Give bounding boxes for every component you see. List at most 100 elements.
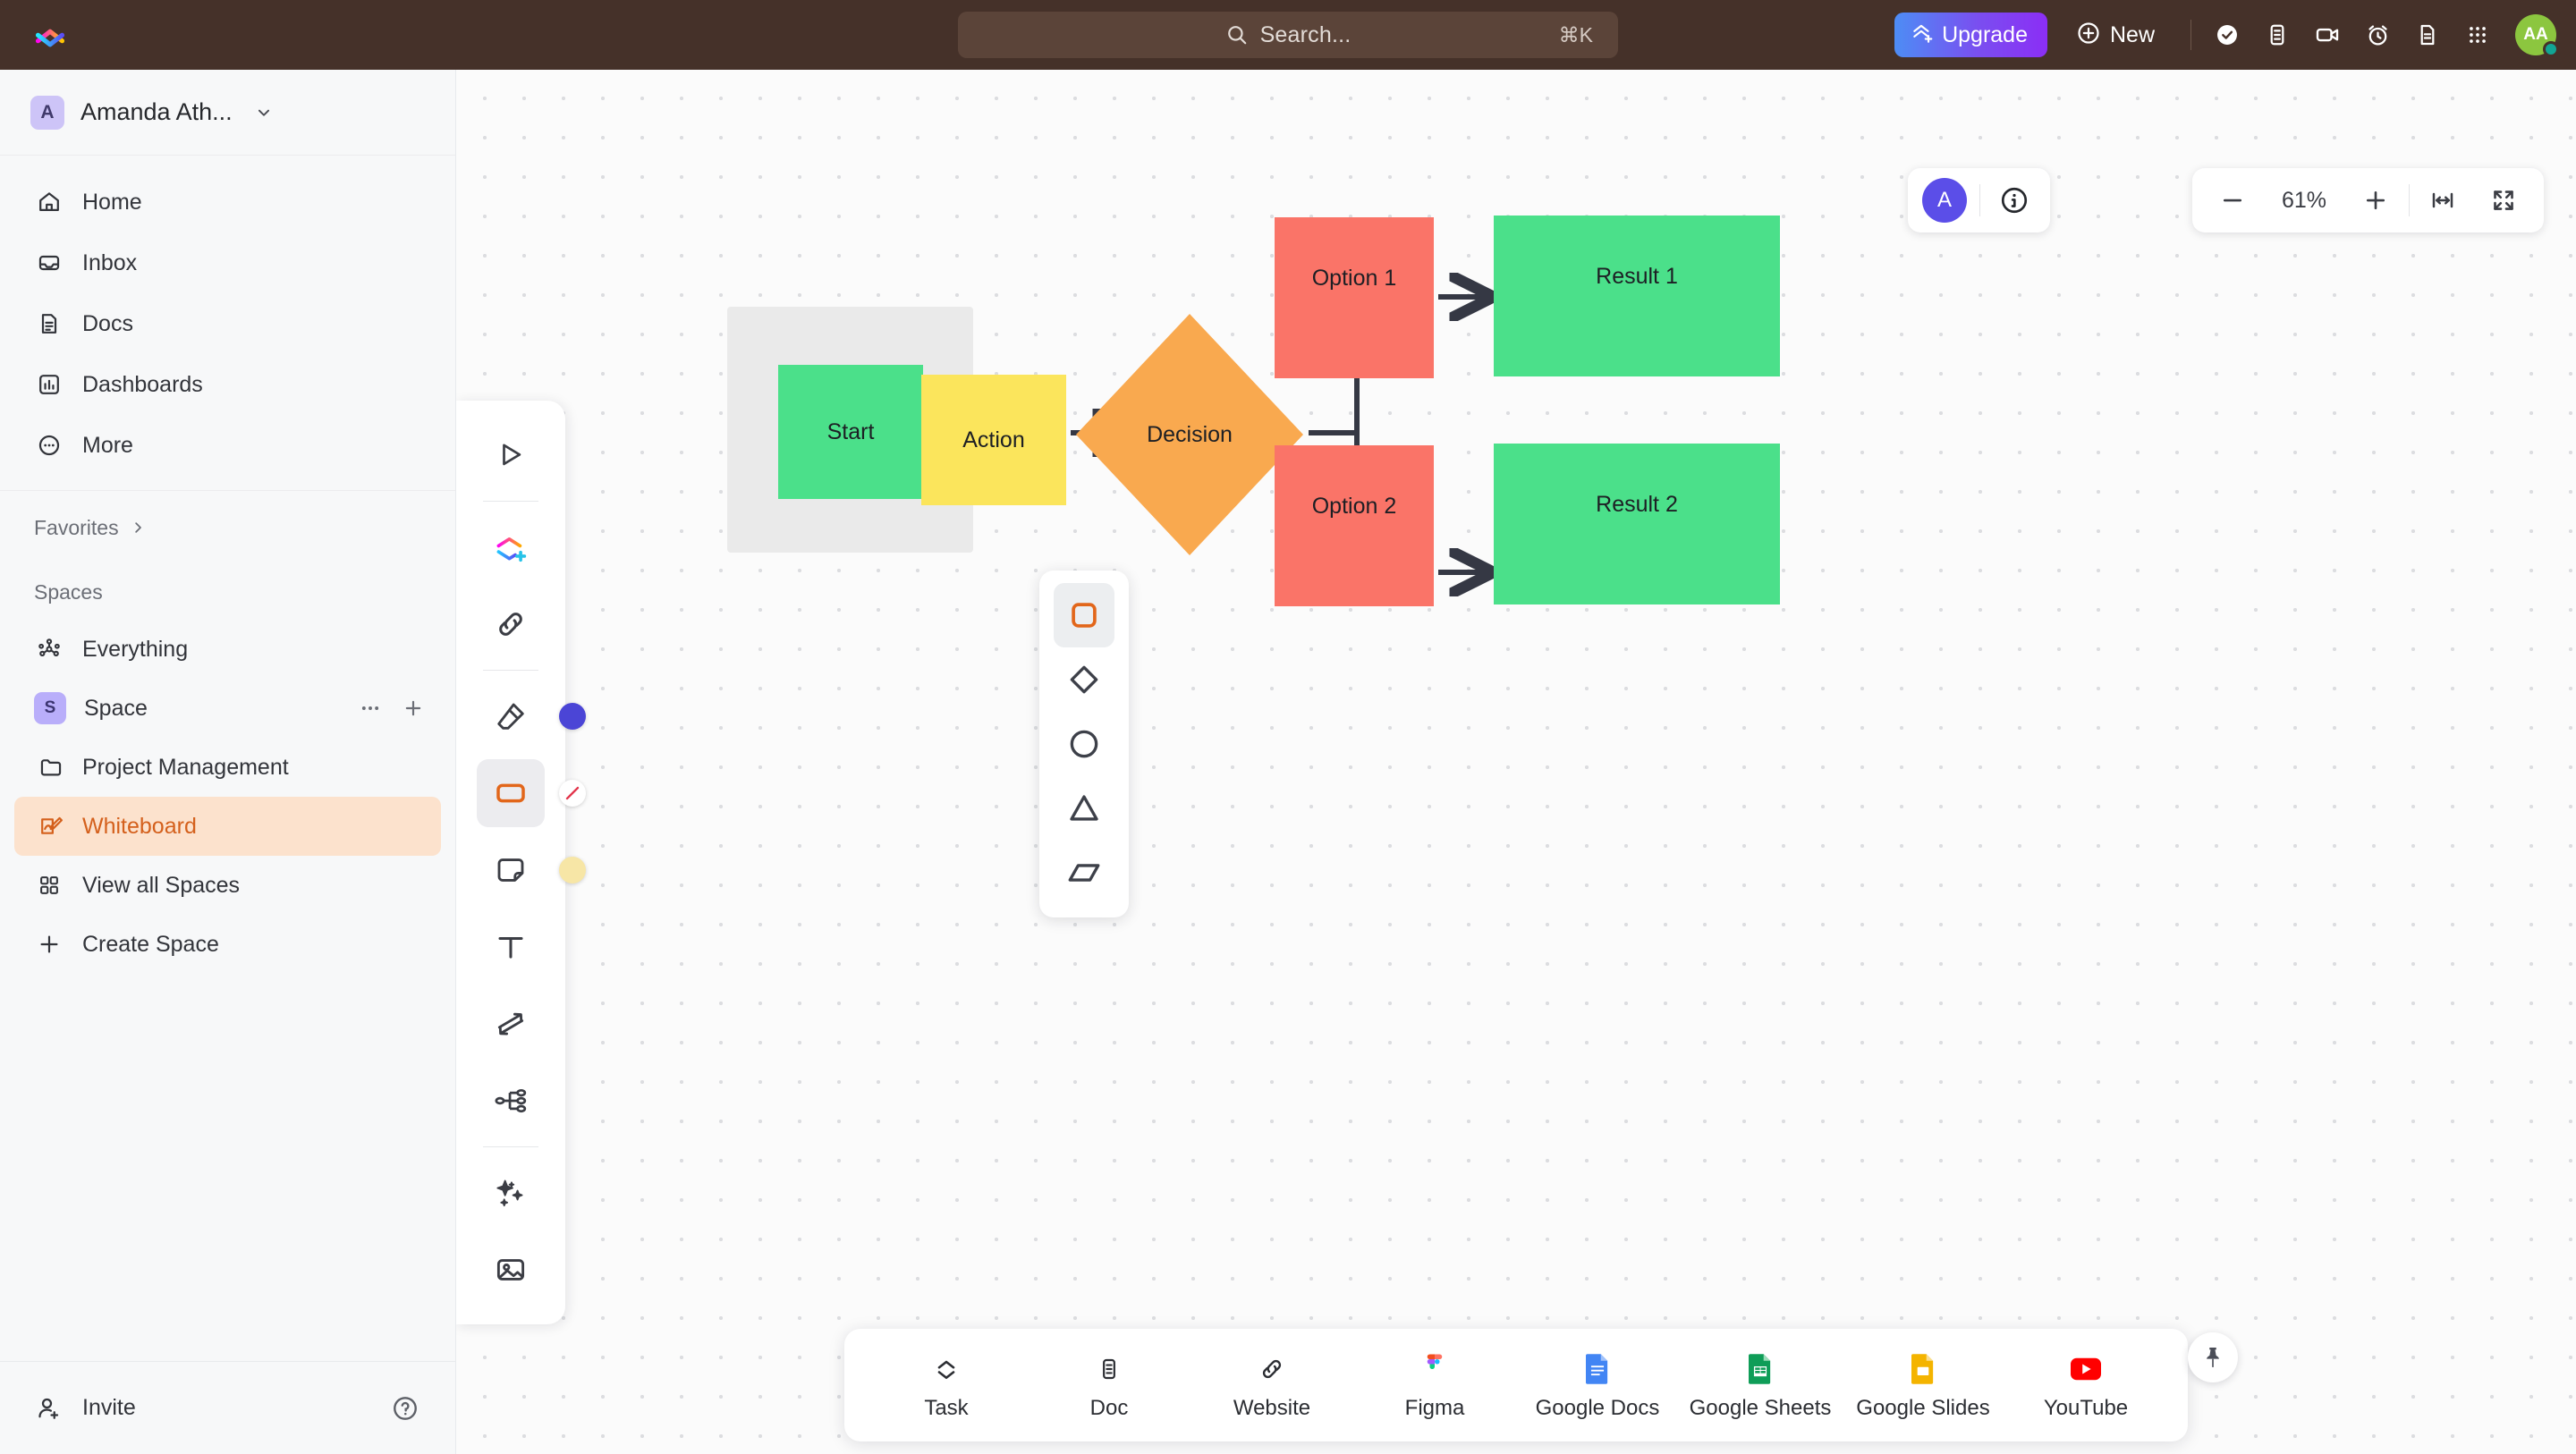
- favorites-section[interactable]: Favorites: [0, 491, 455, 564]
- select-tool[interactable]: [477, 421, 545, 489]
- invite-button[interactable]: Invite: [36, 1395, 136, 1422]
- google-sheets-icon: [1749, 1349, 1772, 1389]
- search-shortcut: ⌘K: [1558, 22, 1593, 46]
- folder-icon: [36, 755, 66, 780]
- circle-shape[interactable]: [1054, 712, 1114, 776]
- document-icon[interactable]: [2402, 12, 2453, 58]
- avatar[interactable]: AA: [2515, 14, 2559, 57]
- new-button[interactable]: New: [2062, 13, 2169, 57]
- highlighter-tool[interactable]: [477, 682, 586, 750]
- search-input[interactable]: Search... ⌘K: [958, 12, 1618, 58]
- apps-grid-icon[interactable]: [2453, 12, 2503, 58]
- dock-item-google-sheets[interactable]: Google Sheets: [1682, 1339, 1839, 1432]
- sidebar-item-everything[interactable]: Everything: [0, 620, 455, 679]
- ellipsis-icon[interactable]: [359, 697, 382, 720]
- add-card-tool[interactable]: [477, 513, 545, 581]
- parallelogram-shape[interactable]: [1054, 841, 1114, 905]
- alarm-clock-icon[interactable]: [2352, 12, 2402, 58]
- video-camera-icon[interactable]: [2302, 12, 2352, 58]
- spaces-label: Spaces: [34, 579, 103, 604]
- whiteboard-canvas[interactable]: A 61% Start Action Decision Option 1 Res…: [456, 70, 2576, 1454]
- image-tool[interactable]: [477, 1236, 545, 1304]
- sidebar-item-space[interactable]: S Space: [0, 679, 455, 738]
- inbox-icon: [34, 250, 64, 275]
- flow-node-result1[interactable]: Result 1: [1494, 216, 1780, 376]
- flow-node-start[interactable]: Start: [778, 365, 923, 499]
- sidebar-item-home[interactable]: Home: [0, 172, 455, 232]
- zoom-in-button[interactable]: [2348, 175, 2403, 225]
- dashboards-icon: [34, 372, 64, 397]
- sidebar-item-label: Dashboards: [82, 371, 203, 397]
- triangle-shape[interactable]: [1054, 776, 1114, 841]
- flow-node-decision[interactable]: Decision: [1073, 311, 1306, 558]
- shape-tool[interactable]: [477, 759, 586, 827]
- fit-width-icon[interactable]: [2415, 175, 2470, 225]
- sidebar-item-label: Space: [84, 695, 148, 721]
- dock-item-website[interactable]: Website: [1193, 1339, 1351, 1432]
- clickup-logo-icon[interactable]: [0, 19, 100, 51]
- sidebar-item-more[interactable]: More: [0, 415, 455, 476]
- check-circle-icon[interactable]: [2202, 12, 2252, 58]
- dock-item-google-slides[interactable]: Google Slides: [1844, 1339, 2002, 1432]
- sidebar-item-whiteboard[interactable]: Whiteboard: [14, 797, 441, 856]
- sticky-note-tool[interactable]: [477, 836, 586, 904]
- dock-item-label: Google Sheets: [1689, 1396, 1832, 1420]
- text-tool[interactable]: [477, 913, 545, 981]
- connector-tool[interactable]: [477, 990, 545, 1058]
- dock-item-figma[interactable]: Figma: [1356, 1339, 1513, 1432]
- dock-item-google-docs[interactable]: Google Docs: [1519, 1339, 1676, 1432]
- diamond-shape[interactable]: [1054, 647, 1114, 712]
- sidebar-item-view-all-spaces[interactable]: View all Spaces: [0, 856, 455, 915]
- upgrade-button[interactable]: Upgrade: [1894, 13, 2047, 57]
- top-bar: Search... ⌘K Upgrade New AA: [0, 0, 2576, 70]
- flow-node-label: Option 2: [1311, 494, 1397, 519]
- create-space-button[interactable]: Create Space: [0, 915, 455, 974]
- highlighter-color-chip[interactable]: [559, 703, 586, 730]
- space-row-actions: [359, 697, 425, 720]
- pushpin-icon[interactable]: [2188, 1332, 2238, 1382]
- dock-item-doc[interactable]: Doc: [1030, 1339, 1188, 1432]
- sticky-color-chip[interactable]: [559, 857, 586, 883]
- flow-node-label: Start: [826, 418, 875, 444]
- flow-node-action[interactable]: Action: [921, 375, 1066, 505]
- sidebar-footer: Invite: [0, 1361, 455, 1454]
- plus-icon: [34, 932, 64, 957]
- help-circle-icon[interactable]: [391, 1394, 419, 1423]
- dock-item-label: Figma: [1404, 1396, 1465, 1420]
- workspace-switcher[interactable]: A Amanda Ath...: [0, 70, 455, 156]
- clipboard-icon[interactable]: [2252, 12, 2302, 58]
- info-icon[interactable]: [1993, 185, 2036, 216]
- home-icon: [34, 190, 64, 215]
- more-circle-icon: [34, 433, 64, 458]
- sidebar-item-project-management[interactable]: Project Management: [14, 738, 441, 797]
- zoom-controls: 61%: [2192, 168, 2544, 232]
- dock-item-youtube[interactable]: YouTube: [2007, 1339, 2165, 1432]
- dock-item-task[interactable]: Task: [868, 1339, 1025, 1432]
- presence-controls: A: [1908, 168, 2050, 232]
- primary-nav: Home Inbox Docs Dashboards More: [0, 156, 455, 491]
- mindmap-tool[interactable]: [477, 1067, 545, 1135]
- link-tool[interactable]: [477, 590, 545, 658]
- figma-icon: [1425, 1349, 1445, 1389]
- sidebar-item-dashboards[interactable]: Dashboards: [0, 354, 455, 415]
- fullscreen-icon[interactable]: [2476, 175, 2531, 225]
- divider: [1979, 184, 1980, 216]
- rounded-rectangle-shape[interactable]: [1054, 583, 1114, 647]
- ai-tool[interactable]: [477, 1159, 545, 1227]
- plus-icon[interactable]: [402, 697, 425, 720]
- zoom-out-button[interactable]: [2205, 175, 2260, 225]
- collaborator-avatar[interactable]: A: [1922, 178, 1967, 223]
- google-slides-icon: [1911, 1349, 1935, 1389]
- flow-node-option2[interactable]: Option 2: [1275, 445, 1434, 606]
- zoom-level-label[interactable]: 61%: [2266, 188, 2343, 214]
- flow-node-result2[interactable]: Result 2: [1494, 444, 1780, 604]
- flow-node-label: Result 1: [1596, 264, 1678, 289]
- sidebar-item-label: Whiteboard: [82, 813, 197, 839]
- shape-color-chip[interactable]: [559, 780, 586, 807]
- sidebar-item-label: Everything: [82, 636, 189, 662]
- invite-label: Invite: [82, 1395, 136, 1420]
- sidebar-item-inbox[interactable]: Inbox: [0, 232, 455, 293]
- dock-item-label: Doc: [1089, 1396, 1129, 1420]
- sidebar-item-docs[interactable]: Docs: [0, 293, 455, 354]
- flow-node-option1[interactable]: Option 1: [1275, 217, 1434, 378]
